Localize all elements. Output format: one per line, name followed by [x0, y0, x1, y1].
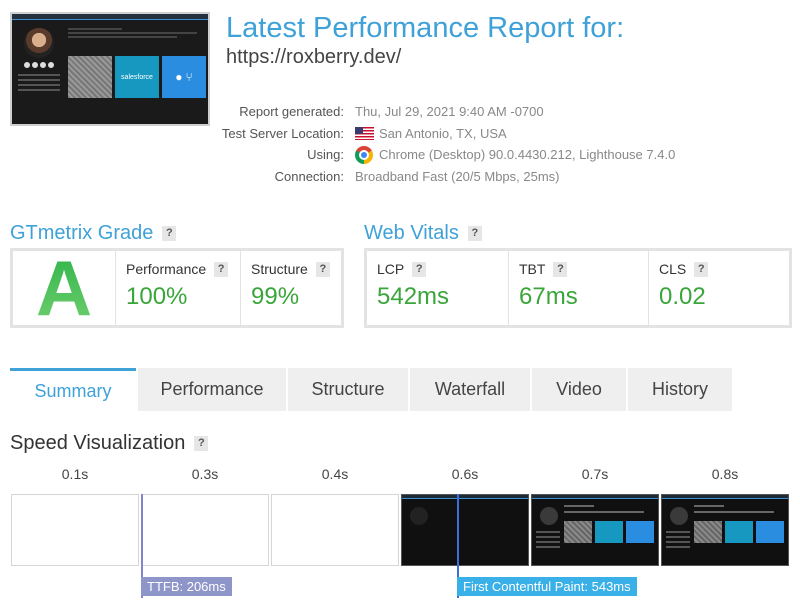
- tab-structure[interactable]: Structure: [288, 368, 408, 411]
- frame-time: 0.1s: [61, 466, 89, 482]
- ttfb-marker: TTFB: 206ms: [141, 577, 232, 596]
- filmstrip: 0.1s 0.3s 0.4s 0.6s 0.7s 0.8s TTFB: 206m…: [11, 466, 791, 600]
- filmstrip-frame[interactable]: [141, 494, 269, 566]
- tab-video[interactable]: Video: [532, 368, 626, 411]
- grade-letter: A: [35, 244, 93, 332]
- frame-time: 0.8s: [711, 466, 739, 482]
- thumbnail-card-github: ● ⑂: [162, 56, 206, 98]
- meta-row-connection: Connection: Broadband Fast (20/5 Mbps, 2…: [274, 168, 560, 184]
- thumbnail-card-image: [68, 56, 112, 98]
- chrome-icon: [355, 145, 373, 164]
- vital-lcp: LCP? 542ms: [377, 261, 450, 310]
- help-icon[interactable]: ?: [162, 226, 177, 241]
- help-icon[interactable]: ?: [553, 261, 568, 277]
- report-meta: Report generated: Thu, Jul 29, 2021 9:40…: [180, 101, 780, 187]
- meta-row-location: Test Server Location: San Antonio, TX, U…: [221, 125, 507, 141]
- vital-cls: CLS? 0.02: [648, 251, 789, 325]
- filmstrip-frame[interactable]: [401, 494, 529, 566]
- page-title: Latest Performance Report for:: [226, 12, 625, 44]
- us-flag-icon: [355, 126, 374, 140]
- branch-icon: ⑂: [185, 70, 193, 84]
- meta-row-using: Using: Chrome (Desktop) 90.0.4430.212, L…: [307, 145, 676, 164]
- avatar: [24, 28, 54, 58]
- help-icon[interactable]: ?: [214, 261, 229, 277]
- help-icon[interactable]: ?: [412, 261, 427, 277]
- fcp-marker: First Contentful Paint: 543ms: [457, 577, 637, 596]
- frame-time: 0.6s: [451, 466, 479, 482]
- vitals-panel: LCP? 542ms TBT? 67ms CLS? 0.02: [364, 248, 792, 328]
- vitals-section-title: Web Vitals ?: [364, 222, 482, 245]
- tab-history[interactable]: History: [628, 368, 732, 411]
- tab-performance[interactable]: Performance: [138, 368, 286, 411]
- frame-time: 0.4s: [321, 466, 349, 482]
- github-icon: ●: [175, 70, 183, 84]
- structure-score: Structure? 99%: [240, 251, 341, 325]
- help-icon[interactable]: ?: [694, 261, 709, 277]
- help-icon[interactable]: ?: [315, 261, 330, 277]
- help-icon[interactable]: ?: [194, 436, 209, 451]
- tab-summary[interactable]: Summary: [10, 368, 136, 411]
- grade-section-title: GTmetrix Grade ?: [10, 222, 177, 245]
- tab-waterfall[interactable]: Waterfall: [410, 368, 530, 411]
- thumbnail-card-salesforce: salesforce: [115, 56, 159, 98]
- grade-panel: A Performance? 100% Structure? 99%: [10, 248, 344, 328]
- help-icon[interactable]: ?: [467, 226, 482, 241]
- thumbnail-topbar: [12, 14, 208, 20]
- meta-row-generated: Report generated: Thu, Jul 29, 2021 9:40…: [239, 104, 544, 120]
- report-tabs: Summary Performance Structure Waterfall …: [10, 368, 734, 411]
- speed-visualization-title: Speed Visualization ?: [10, 432, 209, 455]
- filmstrip-frame[interactable]: [11, 494, 139, 566]
- frame-time: 0.7s: [581, 466, 609, 482]
- filmstrip-frame[interactable]: [661, 494, 789, 566]
- thumbnail-sidebar: [16, 26, 62, 124]
- frame-time: 0.3s: [191, 466, 219, 482]
- performance-score: Performance? 100%: [115, 251, 240, 325]
- grade-letter-box: A: [13, 244, 115, 332]
- report-url: https://roxberry.dev/: [226, 46, 402, 68]
- filmstrip-frame[interactable]: [531, 494, 659, 566]
- filmstrip-frame[interactable]: [271, 494, 399, 566]
- vital-tbt: TBT? 67ms: [508, 251, 648, 325]
